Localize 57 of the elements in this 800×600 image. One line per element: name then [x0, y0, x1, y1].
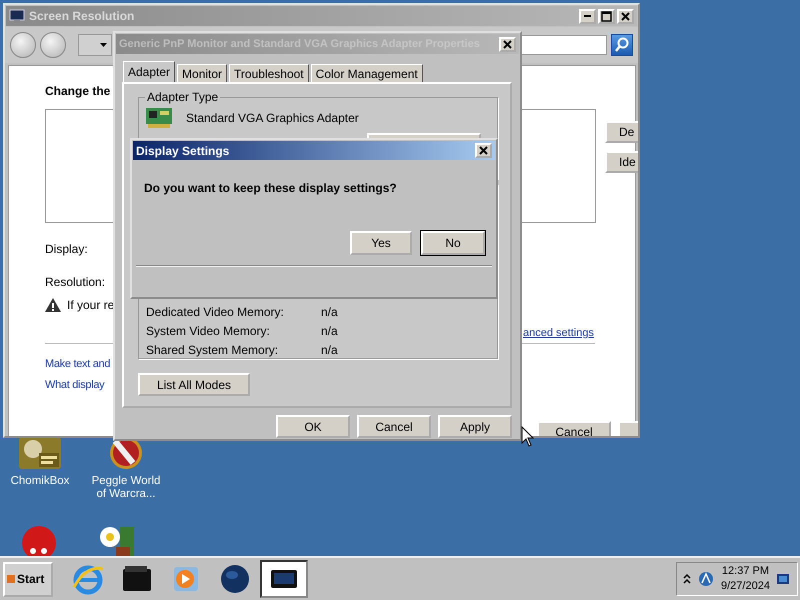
- clock-date[interactable]: 9/27/2024: [721, 579, 770, 594]
- tab[interactable]: Adapter: [123, 61, 176, 82]
- dialog-button[interactable]: OK: [276, 415, 350, 438]
- graphics-card-icon: [145, 106, 173, 130]
- caret-icon: [100, 43, 107, 47]
- desktop-icon-label[interactable]: Peggle World of Warcra...: [88, 475, 164, 501]
- tab[interactable]: Troubleshoot: [229, 64, 309, 82]
- dialog-button[interactable]: Cancel: [357, 415, 431, 438]
- group-title: Adapter Type: [145, 90, 220, 104]
- minimize-icon: [584, 15, 591, 17]
- clock-time[interactable]: 12:37 PM: [722, 564, 770, 579]
- memory-value: n/a: [321, 324, 338, 338]
- advanced-settings-link[interactable]: anced settings: [523, 327, 594, 339]
- search-button[interactable]: [611, 34, 633, 56]
- adapter-name: Standard VGA Graphics Adapter: [186, 111, 359, 125]
- start-button[interactable]: Start: [3, 562, 53, 596]
- network-icon[interactable]: [698, 571, 714, 587]
- dialog-title: Display Settings: [136, 144, 230, 158]
- close-icon: [477, 144, 490, 157]
- help-link[interactable]: What display: [45, 379, 104, 391]
- desktop-icon-label[interactable]: ChomikBox: [10, 475, 70, 488]
- back-button[interactable]: [10, 32, 36, 58]
- dialog-button[interactable]: Apply: [438, 415, 512, 438]
- dialog-button[interactable]: No: [421, 231, 485, 255]
- memory-value: n/a: [321, 343, 338, 357]
- message-text: Do you want to keep these display settings?: [143, 180, 398, 195]
- memory-label: Shared System Memory:: [146, 343, 280, 357]
- show-desktop-icon[interactable]: [776, 572, 789, 586]
- list-all-modes-button[interactable]: List All Modes: [138, 373, 250, 396]
- close-icon: [619, 10, 632, 22]
- monitor-icon: [9, 9, 25, 23]
- window-title: Screen Resolution: [29, 9, 136, 23]
- warning-icon: [45, 298, 61, 312]
- app-icon[interactable]: [17, 437, 63, 469]
- logo-icon: [7, 575, 15, 583]
- cancel-button[interactable]: Cancel: [537, 421, 611, 436]
- forward-button[interactable]: [40, 32, 66, 58]
- memory-value: n/a: [321, 305, 338, 319]
- dialog-button[interactable]: Yes: [350, 231, 412, 255]
- display-label: Display:: [45, 242, 88, 256]
- tab[interactable]: Monitor: [177, 64, 228, 82]
- search-icon: [614, 37, 630, 53]
- maximize-icon: [600, 10, 613, 22]
- chevron-icon[interactable]: [683, 573, 691, 585]
- close-icon: [501, 38, 514, 50]
- resolution-label: Resolution:: [45, 275, 106, 289]
- side-button[interactable]: Ide: [605, 151, 638, 173]
- tab[interactable]: Color Management: [310, 64, 423, 82]
- memory-label: Dedicated Video Memory:: [146, 305, 285, 319]
- globe-icon: [219, 563, 251, 595]
- browser-icon: [72, 563, 104, 595]
- side-button[interactable]: De: [605, 121, 638, 143]
- memory-label: System Video Memory:: [146, 324, 271, 338]
- section-heading: Change the: [45, 84, 110, 98]
- taskbar-button[interactable]: [260, 560, 308, 598]
- close-button[interactable]: [475, 143, 492, 158]
- help-link[interactable]: Make text and: [45, 358, 110, 370]
